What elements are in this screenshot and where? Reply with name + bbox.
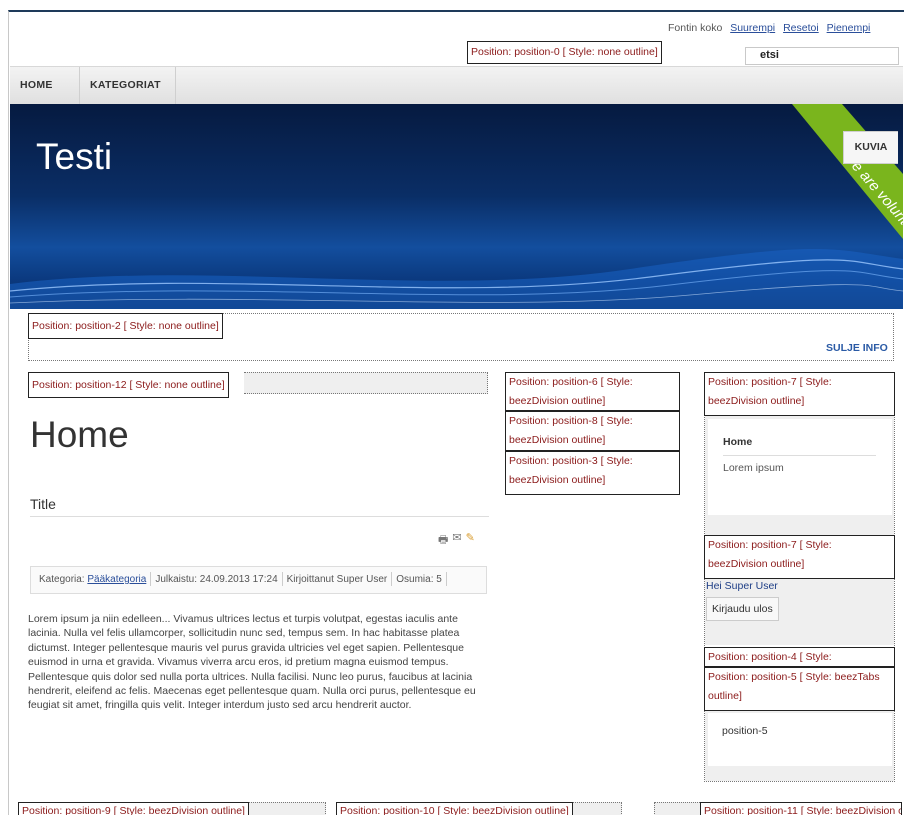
email-icon[interactable]: ✉ — [452, 531, 461, 550]
position-12-area — [244, 372, 488, 394]
page-title: Home — [30, 414, 129, 455]
position-12-label: Position: position-12 [ Style: none outl… — [28, 372, 229, 398]
position-2-label: Position: position-2 [ Style: none outli… — [28, 313, 223, 339]
article-title: Title — [30, 496, 56, 512]
position-7a-label: Position: position-7 [ Style: beezDivisi… — [704, 372, 895, 416]
nav-item-home[interactable]: HOME — [10, 67, 80, 104]
article-actions: 🖶 ✉ ✎ — [438, 531, 475, 550]
position-11-label: Position: position-11 [ Style: beezDivis… — [700, 802, 902, 815]
site-title: Testi — [36, 136, 113, 177]
position-6-label: Position: position-6 [ Style: beezDivisi… — [505, 372, 680, 411]
menu-divider — [723, 455, 876, 456]
print-icon[interactable]: 🖶 — [438, 531, 448, 550]
edit-icon[interactable]: ✎ — [466, 531, 475, 550]
font-size-controls: Fontin koko Suurempi Resetoi Pienempi — [668, 22, 870, 34]
author: Kirjoittanut Super User — [286, 574, 388, 585]
position-5-label: Position: position-5 [ Style: beezTabs o… — [704, 667, 895, 711]
menu-heading[interactable]: Home — [723, 436, 752, 448]
logout-button[interactable]: Kirjaudu ulos — [706, 597, 779, 621]
close-info-button[interactable]: SULJE INFO — [826, 342, 888, 354]
font-larger-link[interactable]: Suurempi — [730, 22, 775, 34]
search-input[interactable]: etsi — [745, 47, 899, 65]
site-header: Testi We are volunteers ! — [10, 104, 903, 309]
font-size-label: Fontin koko — [668, 22, 723, 34]
kuvia-tab-button[interactable]: KUVIA — [843, 131, 898, 164]
position-9-label: Position: position-9 [ Style: beezDivisi… — [18, 802, 249, 815]
menu-item-lorem[interactable]: Lorem ipsum — [723, 462, 784, 474]
category-link[interactable]: Pääkategoria — [87, 574, 146, 585]
category-label: Kategoria: — [39, 574, 85, 585]
published-date: Julkaistu: 24.09.2013 17:24 — [155, 574, 278, 585]
position-7b-label: Position: position-7 [ Style: beezDivisi… — [704, 535, 895, 579]
position-5-tab-panel — [708, 713, 892, 766]
position-4-label: Position: position-4 [ Style: — [704, 647, 895, 667]
article-body: Lorem ipsum ja niin edelleen... Vivamus … — [28, 613, 476, 712]
nav-item-kategoriat[interactable]: KATEGORIAT — [80, 67, 176, 104]
article-meta: Kategoria: Pääkategoria Julkaistu: 24.09.… — [30, 566, 487, 594]
hits: Osumia: 5 — [396, 574, 442, 585]
title-divider — [30, 516, 489, 517]
position-0-label: Position: position-0 [ Style: none outli… — [467, 41, 662, 64]
greeting-text: Hei Super User — [706, 580, 778, 592]
position-10-label: Position: position-10 [ Style: beezDivis… — [336, 802, 573, 815]
position-3-label: Position: position-3 [ Style: beezDivisi… — [505, 451, 680, 495]
position-5-content: position-5 — [722, 725, 768, 737]
position-8-label: Position: position-8 [ Style: beezDivisi… — [505, 411, 680, 451]
volunteers-ribbon: We are volunteers ! — [792, 104, 903, 257]
font-reset-link[interactable]: Resetoi — [783, 22, 819, 34]
font-smaller-link[interactable]: Pienempi — [827, 22, 871, 34]
main-nav: HOME KATEGORIAT — [10, 66, 903, 104]
